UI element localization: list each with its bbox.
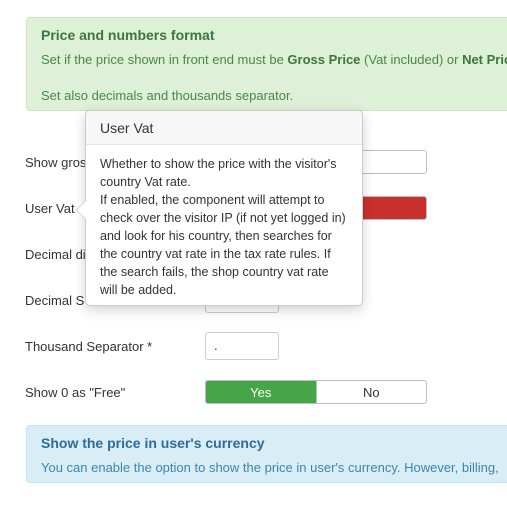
currency-info-description: You can enable the option to show the pr… [41, 460, 499, 475]
price-format-description: Set if the price shown in front end must… [41, 52, 507, 67]
decimal-digits-label: Decimal di [25, 247, 86, 262]
net-price-text: Net Price [462, 52, 507, 67]
user-vat-label: User Vat [25, 201, 75, 216]
popover-text-2: If enabled, the component will attempt t… [100, 193, 346, 297]
show-free-yes-option[interactable]: Yes [206, 381, 316, 403]
popover-text-1: Whether to show the price with the visit… [100, 157, 337, 189]
decimal-separator-label: Decimal S [25, 293, 85, 308]
popover-arrow [76, 200, 86, 220]
show-free-label: Show 0 as "Free" [25, 385, 126, 400]
currency-info-notice: Show the price in user's currency You ca… [26, 425, 507, 483]
show-free-toggle[interactable]: Yes No [205, 380, 427, 404]
gross-price-text: Gross Price [287, 52, 361, 67]
popover-title: User Vat [86, 111, 362, 145]
thousand-separator-input[interactable]: . [205, 332, 279, 360]
thousand-separator-label: Thousand Separator * [25, 339, 153, 354]
price-format-title: Price and numbers format [41, 27, 215, 43]
show-free-no-option[interactable]: No [315, 381, 426, 403]
show-gross-label: Show gross [25, 155, 93, 170]
currency-info-title: Show the price in user's currency [41, 435, 265, 451]
popover-body: Whether to show the price with the visit… [86, 145, 362, 299]
separator-description: Set also decimals and thousands separato… [41, 88, 294, 103]
price-format-notice: Price and numbers format Set if the pric… [26, 17, 507, 111]
user-vat-popover: User Vat Whether to show the price with … [76, 110, 363, 306]
